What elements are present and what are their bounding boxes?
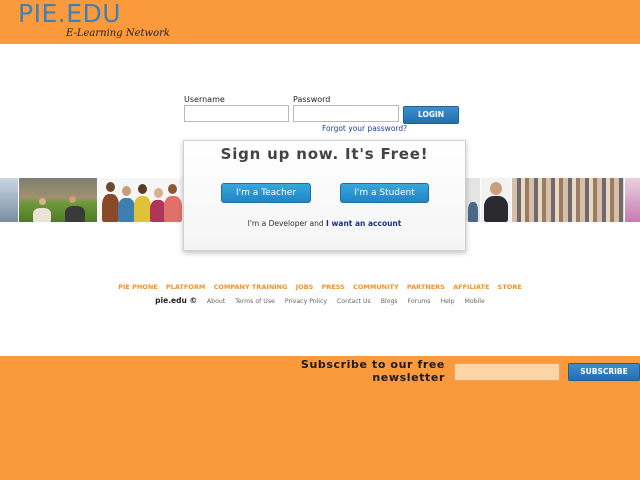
photo-tile-crowd [512,178,624,222]
logo-text: PIE.EDU [18,0,122,28]
nav-community[interactable]: COMMUNITY [353,283,399,291]
developer-text: I'm a Developer and [247,219,324,228]
link-about[interactable]: About [207,298,225,305]
login-form: Username Password LOGIN Forgot your pass… [184,95,464,135]
username-input[interactable] [184,105,289,122]
teacher-button[interactable]: I'm a Teacher [221,183,311,203]
link-mobile[interactable]: Mobile [465,298,485,305]
footer-links: pie.edu © About Terms of Use Privacy Pol… [0,296,640,305]
copyright: pie.edu © [155,296,197,305]
link-forums[interactable]: Forums [408,298,431,305]
signup-panel: Sign up now. It's Free! I'm a Teacher I'… [183,140,466,251]
nav-company-training[interactable]: COMPANY TRAINING [214,283,288,291]
photo-tile-professional [481,178,511,222]
photo-tile [0,178,18,222]
username-label: Username [184,95,225,104]
nav-platform[interactable]: PLATFORM [166,283,205,291]
login-button[interactable]: LOGIN [403,106,459,124]
photo-tile-campus [19,178,97,222]
page: PIE.EDU E-Learning Network Username Pass… [0,0,640,480]
nav-affiliate[interactable]: AFFILIATE [453,283,489,291]
newsletter-email-input[interactable] [454,363,560,381]
student-button[interactable]: I'm a Student [340,183,429,203]
nav-jobs[interactable]: JOBS [296,283,314,291]
header-bar: PIE.EDU E-Learning Network [0,0,640,44]
nav-store[interactable]: STORE [498,283,522,291]
nav-pie-phone[interactable]: PIE PHONE [118,283,158,291]
logo-tagline: E-Learning Network [66,28,170,39]
nav-partners[interactable]: PARTNERS [407,283,445,291]
link-help[interactable]: Help [440,298,454,305]
link-terms[interactable]: Terms of Use [235,298,275,305]
link-blogs[interactable]: Blogs [381,298,398,305]
newsletter-text: Subscribe to our free newsletter [300,358,445,384]
photo-tile [466,178,480,222]
logo[interactable]: PIE.EDU E-Learning Network [18,0,178,44]
nav-press[interactable]: PRESS [322,283,345,291]
photo-strip-right [466,178,640,222]
subscribe-button[interactable]: SUBSCRIBE [568,363,640,381]
photo-tile [625,178,640,222]
developer-line: I'm a Developer and I want an account [184,219,465,228]
footer-nav: PIE PHONE PLATFORM COMPANY TRAINING JOBS… [0,283,640,291]
link-privacy[interactable]: Privacy Policy [285,298,327,305]
developer-account-link[interactable]: I want an account [326,219,401,228]
link-contact[interactable]: Contact Us [337,298,371,305]
forgot-password-link[interactable]: Forgot your password? [322,124,407,133]
photo-tile-students [98,178,184,222]
password-input[interactable] [293,105,399,122]
signup-title: Sign up now. It's Free! [220,145,429,163]
photo-strip-left [0,178,184,222]
password-label: Password [293,95,331,104]
